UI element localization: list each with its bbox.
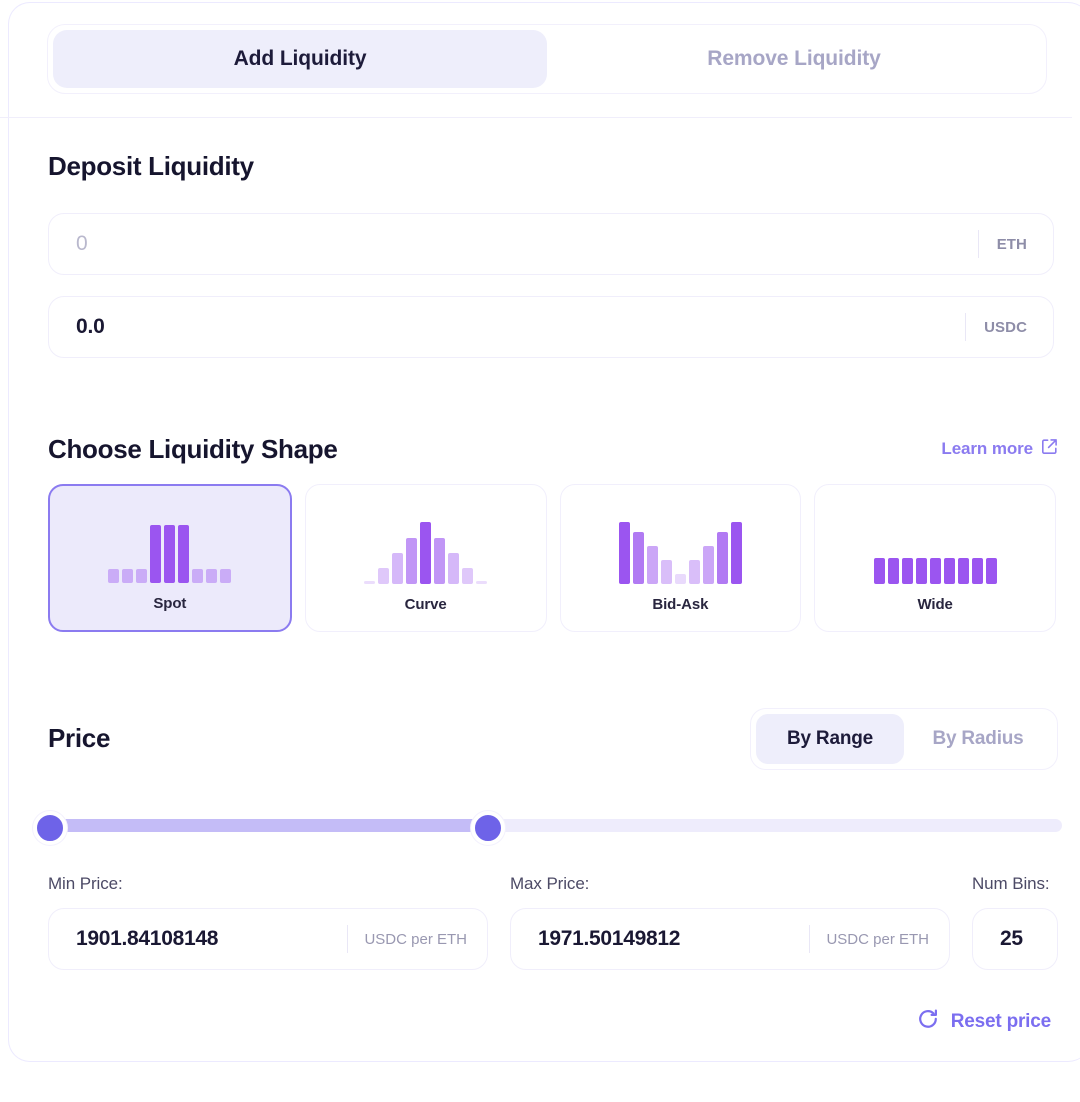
shape-bar — [958, 558, 969, 584]
shape-bar — [392, 553, 403, 584]
liquidity-mode-tabs: Add Liquidity Remove Liquidity — [47, 24, 1047, 94]
max-price-label: Max Price: — [510, 874, 950, 894]
slider-handle-min[interactable] — [33, 811, 67, 845]
shape-bar — [944, 558, 955, 584]
shape-bar — [874, 558, 885, 584]
shape-bar — [633, 532, 644, 584]
shape-bar — [675, 574, 686, 584]
shape-option-bid-ask[interactable]: Bid-Ask — [560, 484, 802, 632]
price-mode-by-radius-label: By Radius — [932, 728, 1023, 750]
shape-bar — [888, 558, 899, 584]
price-range-slider[interactable] — [33, 814, 1062, 836]
min-price-group: Min Price: 1901.84108148 USDC per ETH — [48, 874, 488, 970]
shape-bar — [178, 525, 189, 583]
shape-option-spot-label: Spot — [153, 595, 186, 612]
shape-bar — [703, 546, 714, 584]
max-price-unit: USDC per ETH — [809, 925, 949, 953]
usdc-amount-field[interactable]: 0.0 USDC — [48, 296, 1054, 358]
num-bins-label: Num Bins: — [972, 874, 1058, 894]
shape-bar — [420, 522, 431, 584]
liquidity-shape-options: Spot Curve Bid-Ask Wide — [48, 484, 1056, 632]
external-link-icon — [1041, 438, 1058, 460]
shape-bar — [108, 569, 119, 583]
tab-remove-liquidity-label: Remove Liquidity — [707, 47, 880, 71]
shape-bar — [462, 568, 473, 584]
shape-bar — [689, 560, 700, 584]
price-heading: Price — [48, 723, 110, 754]
min-price-unit: USDC per ETH — [347, 925, 487, 953]
num-bins-group: Num Bins: 25 — [972, 874, 1058, 970]
slider-selected-range — [50, 819, 488, 832]
tab-add-liquidity-label: Add Liquidity — [234, 47, 367, 71]
price-mode-by-range[interactable]: By Range — [756, 714, 904, 764]
shape-bar — [220, 569, 231, 583]
shape-bar — [150, 525, 161, 583]
curve-shape-icon — [306, 485, 546, 596]
wide-shape-icon — [815, 485, 1055, 596]
shape-bar — [916, 558, 927, 584]
bid-ask-shape-icon — [561, 485, 801, 596]
eth-amount-field[interactable]: 0 ETH — [48, 213, 1054, 275]
max-price-group: Max Price: 1971.50149812 USDC per ETH — [510, 874, 950, 970]
min-price-label: Min Price: — [48, 874, 488, 894]
deposit-liquidity-heading: Deposit Liquidity — [48, 151, 254, 182]
shape-option-curve[interactable]: Curve — [305, 484, 547, 632]
price-inputs-row: Min Price: 1901.84108148 USDC per ETH Ma… — [48, 874, 1058, 970]
shape-option-spot[interactable]: Spot — [48, 484, 292, 632]
usdc-amount-input[interactable]: 0.0 — [49, 315, 965, 339]
shape-bar — [448, 553, 459, 584]
reset-price-button[interactable]: Reset price — [917, 1008, 1051, 1036]
shape-bar — [164, 525, 175, 583]
learn-more-label: Learn more — [941, 439, 1033, 459]
shape-bar — [378, 568, 389, 584]
shape-bar — [986, 558, 997, 584]
shape-bar — [406, 538, 417, 584]
shape-bar — [972, 558, 983, 584]
tab-add-liquidity[interactable]: Add Liquidity — [53, 30, 547, 88]
num-bins-input[interactable]: 25 — [973, 927, 1057, 951]
shape-bar — [136, 569, 147, 583]
tab-bar-container: Add Liquidity Remove Liquidity — [0, 0, 1072, 118]
shape-bar — [476, 581, 487, 584]
shape-option-curve-label: Curve — [405, 596, 447, 613]
price-mode-by-radius[interactable]: By Radius — [904, 714, 1052, 764]
num-bins-field[interactable]: 25 — [972, 908, 1058, 970]
shape-bar — [647, 546, 658, 584]
shape-option-wide[interactable]: Wide — [814, 484, 1056, 632]
choose-liquidity-shape-heading: Choose Liquidity Shape — [48, 434, 338, 465]
eth-unit-label: ETH — [978, 230, 1053, 258]
usdc-unit-label: USDC — [965, 313, 1053, 341]
add-liquidity-panel: Add Liquidity Remove Liquidity Deposit L… — [0, 0, 1080, 1102]
shape-bar — [930, 558, 941, 584]
shape-bar — [122, 569, 133, 583]
slider-handle-max[interactable] — [471, 811, 505, 845]
price-mode-by-range-label: By Range — [787, 728, 873, 750]
shape-bar — [661, 560, 672, 584]
eth-amount-input[interactable]: 0 — [49, 232, 978, 256]
shape-bar — [434, 538, 445, 584]
max-price-field[interactable]: 1971.50149812 USDC per ETH — [510, 908, 950, 970]
shape-bar — [717, 532, 728, 584]
shape-bar — [619, 522, 630, 584]
shape-bar — [731, 522, 742, 584]
tab-remove-liquidity[interactable]: Remove Liquidity — [547, 30, 1041, 88]
shape-bar — [192, 569, 203, 583]
shape-option-bid-ask-label: Bid-Ask — [652, 596, 708, 613]
spot-shape-icon — [50, 486, 290, 595]
refresh-icon — [917, 1008, 939, 1036]
min-price-field[interactable]: 1901.84108148 USDC per ETH — [48, 908, 488, 970]
max-price-input[interactable]: 1971.50149812 — [511, 927, 809, 951]
price-mode-toggle: By Range By Radius — [750, 708, 1058, 770]
learn-more-link[interactable]: Learn more — [941, 438, 1058, 460]
shape-option-wide-label: Wide — [917, 596, 952, 613]
shape-bar — [206, 569, 217, 583]
min-price-input[interactable]: 1901.84108148 — [49, 927, 347, 951]
shape-bar — [364, 581, 375, 584]
reset-price-label: Reset price — [951, 1011, 1051, 1033]
shape-bar — [902, 558, 913, 584]
